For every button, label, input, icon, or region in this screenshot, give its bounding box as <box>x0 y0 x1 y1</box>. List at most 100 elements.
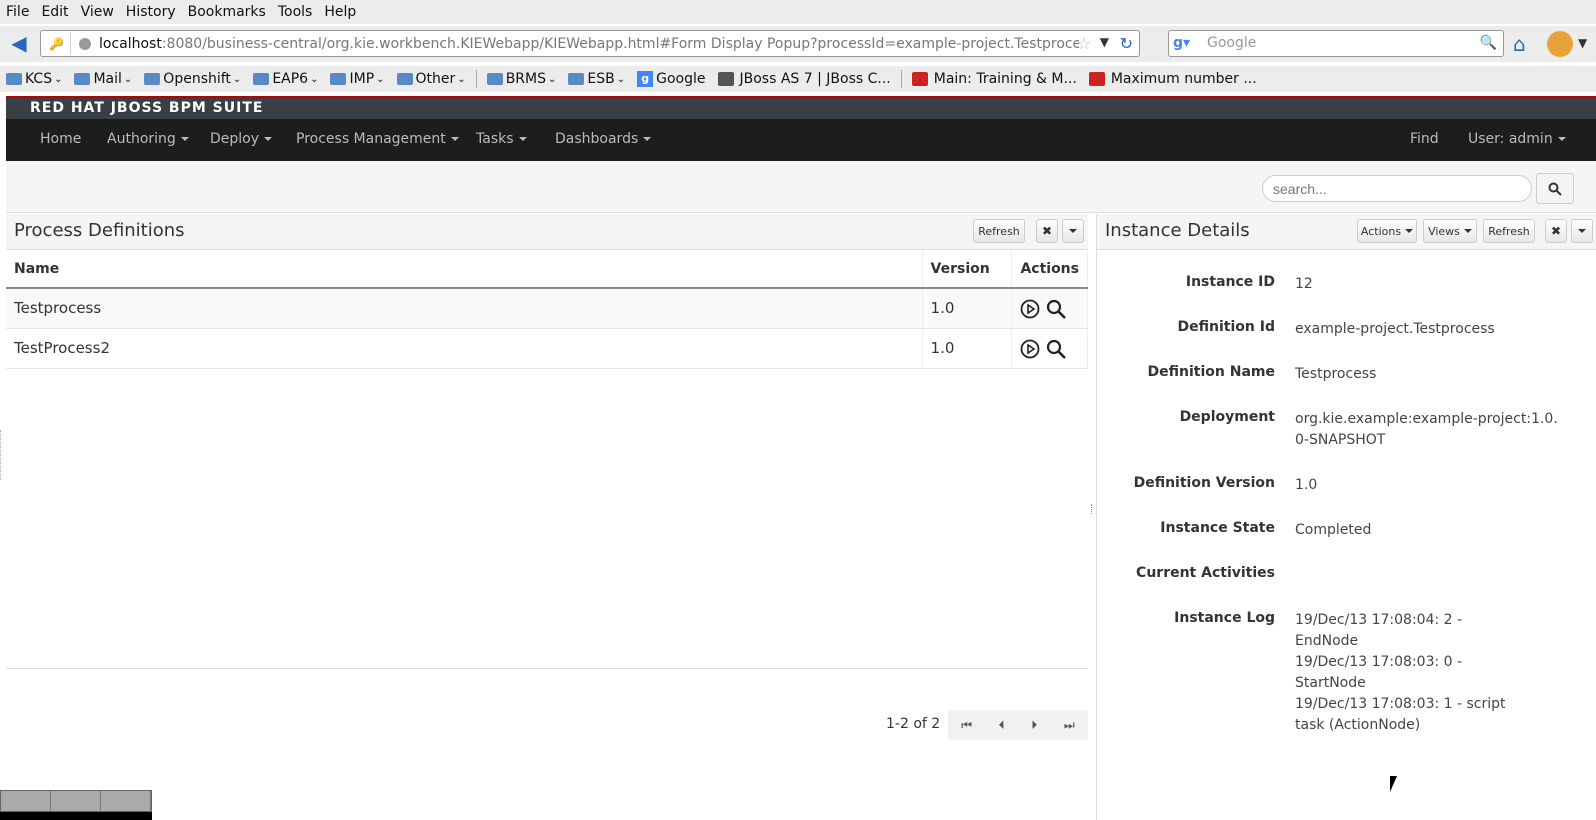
views-dropdown-button[interactable]: Views <box>1423 219 1477 243</box>
bookmark-label: Google <box>656 71 706 87</box>
next-page-icon[interactable]: ⏵ <box>1031 718 1037 733</box>
panel-title: Instance Details <box>1105 220 1250 241</box>
close-icon: ✖ <box>1041 224 1053 238</box>
browser-search-placeholder: Google <box>1207 35 1257 51</box>
table-row[interactable]: TestProcess2 1.0 <box>6 328 1088 369</box>
nav-home[interactable]: Home <box>40 131 81 147</box>
chevron-down-icon: ⌄ <box>54 73 63 85</box>
bookmark-star-icon[interactable]: ☆ <box>1077 34 1091 53</box>
bookmark-folder-other[interactable]: Other ⌄ <box>396 71 466 87</box>
menu-view[interactable]: View <box>81 4 114 20</box>
bookmark-google[interactable]: g Google <box>637 71 706 87</box>
first-page-icon[interactable]: ⏮ <box>961 718 972 733</box>
close-panel-button[interactable]: ✖ <box>1036 219 1058 243</box>
google-engine-icon[interactable]: g▾ <box>1173 35 1201 53</box>
reload-icon[interactable]: ↻ <box>1120 34 1133 53</box>
detail-value: 1.0 <box>1295 477 1318 493</box>
bookmark-folder-openshift[interactable]: Openshift ⌄ <box>144 71 241 87</box>
column-header-actions: Actions <box>1011 250 1088 289</box>
browser-search-bar[interactable]: g▾ Google 🔍 <box>1168 30 1504 57</box>
menu-tools[interactable]: Tools <box>278 4 313 20</box>
nav-tasks[interactable]: Tasks <box>476 131 527 147</box>
bookmark-maximum-number[interactable]: Maximum number ... <box>1088 71 1257 87</box>
details-search-icon[interactable] <box>1046 299 1067 319</box>
table-header-row: Name Version Actions <box>6 250 1088 289</box>
folder-icon <box>486 73 503 85</box>
refresh-button[interactable]: Refresh <box>973 219 1025 243</box>
caret-down-icon <box>450 137 459 141</box>
nav-label: Deploy <box>210 131 260 147</box>
taskbar-slot[interactable] <box>101 791 151 811</box>
binoculars-icon[interactable]: 🔍 <box>1480 35 1497 51</box>
nav-user-menu[interactable]: User: admin <box>1468 131 1566 147</box>
bookmark-main-training[interactable]: Main: Training & M... <box>911 71 1077 87</box>
bookmark-folder-imp[interactable]: IMP ⌄ <box>330 71 385 87</box>
bookmark-separator <box>900 70 902 88</box>
detail-label: Current Activities <box>1136 565 1275 581</box>
panel-menu-button[interactable] <box>1571 219 1593 243</box>
instance-refresh-button[interactable]: Refresh <box>1483 219 1535 243</box>
addon-dropdown-icon[interactable]: ▼ <box>1578 36 1587 50</box>
actions-dropdown-button[interactable]: Actions <box>1357 219 1417 243</box>
definition-version: 1.0 <box>922 328 1013 369</box>
previous-page-icon[interactable]: ⏴ <box>999 718 1005 733</box>
pager-buttons: ⏮ ⏴ ⏵ ⏭ <box>948 710 1088 740</box>
chevron-down-icon: ⌄ <box>123 73 133 85</box>
bookmark-label: ESB <box>587 71 615 87</box>
column-header-version[interactable]: Version <box>922 250 1013 289</box>
last-page-icon[interactable]: ⏭ <box>1064 718 1075 733</box>
url-dropdown-icon[interactable]: ▼ <box>1100 35 1109 49</box>
app-search-input[interactable] <box>1262 175 1532 202</box>
start-process-icon[interactable] <box>1020 299 1040 319</box>
desktop-taskbar <box>0 790 152 812</box>
bookmark-label: IMP <box>349 71 375 87</box>
back-arrow-icon[interactable]: ◀ <box>8 32 30 54</box>
caret-down-icon <box>1557 137 1566 141</box>
nav-authoring[interactable]: Authoring <box>107 131 189 147</box>
column-header-name[interactable]: Name <box>6 250 923 289</box>
definition-name[interactable]: Testprocess <box>6 288 923 329</box>
definition-name[interactable]: TestProcess2 <box>6 328 923 369</box>
button-label: Actions <box>1360 224 1402 238</box>
menu-bookmarks[interactable]: Bookmarks <box>188 4 266 20</box>
close-panel-button[interactable]: ✖ <box>1545 219 1567 243</box>
bookmark-folder-kcs[interactable]: KCS ⌄ <box>6 71 62 87</box>
bookmark-folder-mail[interactable]: Mail ⌄ <box>74 71 132 87</box>
menu-edit[interactable]: Edit <box>41 4 68 20</box>
brand-bar: RED HAT JBOSS BPM SUITE <box>6 96 1596 119</box>
button-label: Views <box>1428 224 1460 238</box>
url-text[interactable]: localhost:8080/business-central/org.kie.… <box>99 36 1079 52</box>
nav-deploy[interactable]: Deploy <box>210 131 273 147</box>
menu-file[interactable]: File <box>6 4 29 20</box>
panel-menu-button[interactable] <box>1062 219 1084 243</box>
url-bar[interactable]: 🔑 localhost:8080/business-central/org.ki… <box>40 30 1140 57</box>
taskbar-slot[interactable] <box>51 791 101 811</box>
chevron-down-icon: ⌄ <box>376 73 385 85</box>
nav-find[interactable]: Find <box>1410 131 1439 147</box>
bookmarks-toolbar: KCS ⌄ Mail ⌄ Openshift ⌄ EAP6 ⌄ IMP ⌄ Other ⌄ … <box>0 66 1596 92</box>
site-identity-icon[interactable]: 🔑 <box>43 32 71 55</box>
panel-splitter[interactable] <box>1088 214 1096 820</box>
bookmark-folder-esb[interactable]: ESB ⌄ <box>568 71 625 87</box>
nav-dashboards[interactable]: Dashboards <box>555 131 652 147</box>
close-icon: ✖ <box>1550 224 1562 238</box>
nav-process-management[interactable]: Process Management <box>296 131 459 147</box>
chevron-down-icon: ⌄ <box>548 73 557 85</box>
menu-history[interactable]: History <box>126 4 176 20</box>
bookmark-folder-eap6[interactable]: EAP6 ⌄ <box>253 71 318 87</box>
bookmark-label: EAP6 <box>272 71 309 87</box>
taskbar-slot[interactable] <box>1 791 51 811</box>
nav-label: Dashboards <box>555 131 639 147</box>
detail-value: Completed <box>1295 522 1372 538</box>
bookmark-jboss-as7[interactable]: JBoss AS 7 | JBoss C... <box>717 71 891 87</box>
home-icon[interactable]: ⌂ <box>1513 32 1537 56</box>
greasemonkey-icon[interactable] <box>1547 31 1573 57</box>
details-search-icon[interactable] <box>1046 339 1067 359</box>
table-row[interactable]: Testprocess 1.0 <box>6 288 1088 329</box>
definition-actions <box>1011 328 1088 369</box>
bookmark-folder-brms[interactable]: BRMS ⌄ <box>486 71 557 87</box>
menu-help[interactable]: Help <box>324 4 356 20</box>
splitter-grip-icon <box>1091 504 1093 514</box>
start-process-icon[interactable] <box>1020 339 1040 359</box>
app-search-button[interactable] <box>1536 173 1574 204</box>
